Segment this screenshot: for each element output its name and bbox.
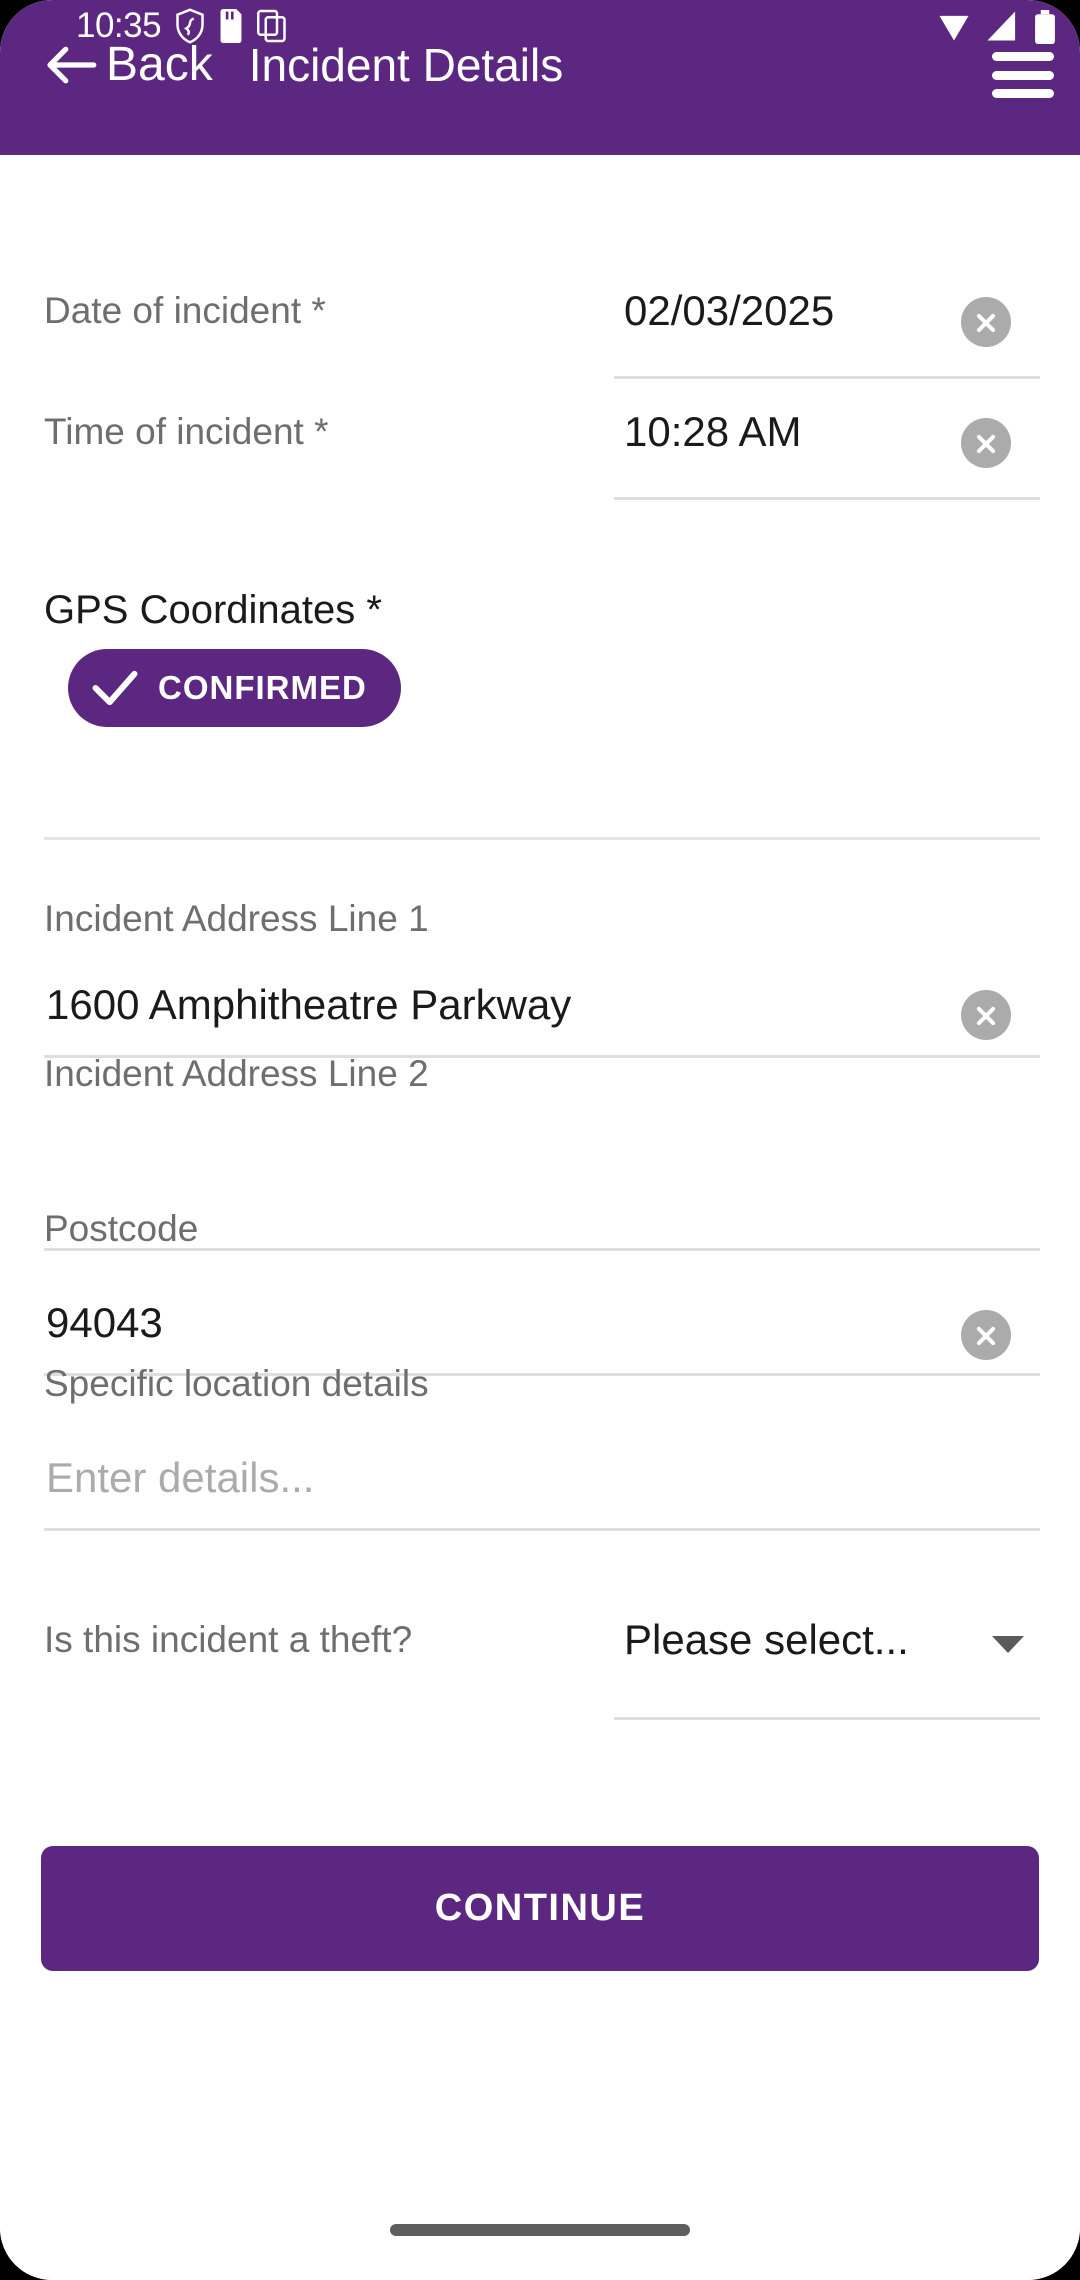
hamburger-menu-icon[interactable] <box>992 52 1054 98</box>
hamburger-bar <box>992 70 1054 80</box>
gps-confirmed-button[interactable]: CONFIRMED <box>68 649 401 727</box>
field-time-of-incident: Time of incident * 10:28 AM <box>0 392 1080 500</box>
is-theft-label: Is this incident a theft? <box>44 1619 413 1660</box>
time-of-incident-value: 10:28 AM <box>624 408 802 455</box>
gps-coordinates-label: GPS Coordinates * <box>44 588 382 632</box>
clear-time-of-incident-button[interactable] <box>961 418 1011 468</box>
chevron-down-icon[interactable] <box>992 1636 1024 1653</box>
clear-incident-address-line-1-button[interactable] <box>961 990 1011 1040</box>
field-date-of-incident: Date of incident * 02/03/2025 <box>0 271 1080 379</box>
continue-button[interactable]: CONTINUE <box>41 1846 1039 1971</box>
app-screen: 10:35 Back Incident Details Date of inci… <box>0 0 1080 2280</box>
hamburger-bar <box>992 52 1054 61</box>
specific-location-details-underline <box>44 1528 1040 1531</box>
continue-button-label: CONTINUE <box>434 1887 646 1929</box>
field-gps-coordinates: GPS Coordinates * CONFIRMED <box>0 585 1080 775</box>
check-icon <box>92 670 138 706</box>
arrow-left-icon <box>47 46 97 84</box>
incident-address-line-2-label: Incident Address Line 2 <box>44 1053 429 1094</box>
section-divider <box>44 837 1040 840</box>
nav-row: Back Incident Details <box>0 26 1080 104</box>
postcode-value[interactable]: 94043 <box>46 1297 163 1349</box>
hamburger-bar <box>992 89 1054 98</box>
specific-location-details-input[interactable]: Enter details... <box>46 1452 314 1504</box>
date-of-incident-label: Date of incident * <box>44 290 326 331</box>
form-content: Date of incident * 02/03/2025 Time of in… <box>0 155 1080 2280</box>
postcode-label: Postcode <box>44 1208 199 1249</box>
specific-location-details-label: Specific location details <box>44 1363 429 1404</box>
date-of-incident-value: 02/03/2025 <box>624 287 835 334</box>
incident-address-line-1-label: Incident Address Line 1 <box>44 898 429 939</box>
is-theft-value: Please select... <box>624 1616 909 1663</box>
time-of-incident-label: Time of incident * <box>44 411 329 452</box>
back-button[interactable]: Back <box>44 37 213 93</box>
field-incident-address-line-1: Incident Address Line 1 1600 Amphitheatr… <box>0 895 1080 1065</box>
clear-postcode-button[interactable] <box>961 1310 1011 1360</box>
field-specific-location-details: Specific location details Enter details.… <box>0 1360 1080 1531</box>
incident-address-line-1-value[interactable]: 1600 Amphitheatre Parkway <box>46 979 571 1031</box>
clear-date-of-incident-button[interactable] <box>961 297 1011 347</box>
is-theft-dropdown[interactable]: Please select... <box>614 1580 1040 1720</box>
app-bar: 10:35 Back Incident Details <box>0 0 1080 155</box>
gps-confirmed-label: CONFIRMED <box>158 669 367 706</box>
field-is-theft: Is this incident a theft? Please select.… <box>0 1580 1080 1720</box>
page-title: Incident Details <box>248 39 564 91</box>
back-button-label: Back <box>106 38 213 91</box>
system-gesture-bar[interactable] <box>390 2224 690 2236</box>
field-postcode: Postcode 94043 <box>0 1205 1080 1376</box>
